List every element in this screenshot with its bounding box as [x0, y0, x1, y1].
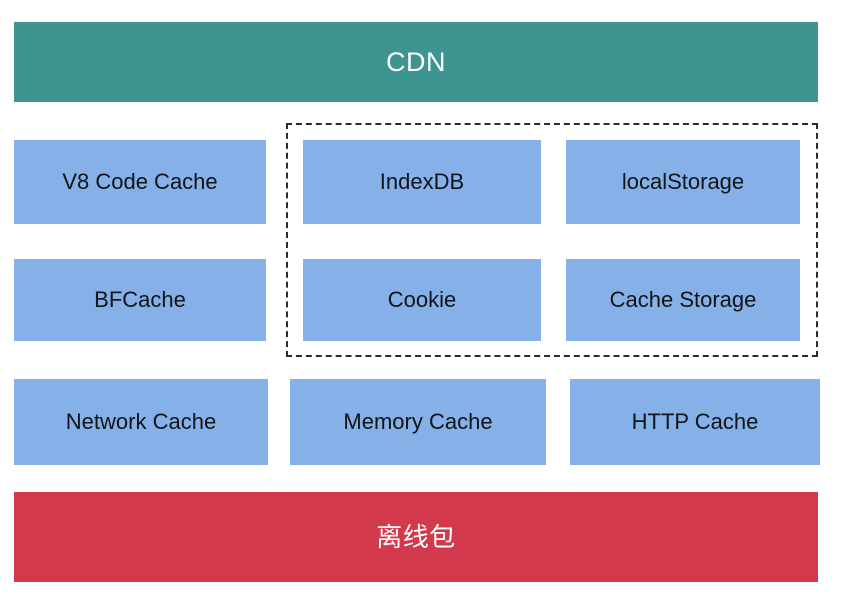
offline-package-band-label: 离线包 — [376, 522, 456, 552]
cdn-band-label: CDN — [386, 46, 446, 77]
cell-label: BFCache — [94, 287, 186, 312]
cell-label: HTTP Cache — [631, 409, 759, 434]
cell-indexdb: IndexDB — [303, 140, 541, 224]
cache-layers-diagram: CDN V8 Code Cache IndexDB localStorage B… — [0, 0, 842, 606]
cell-label: localStorage — [621, 169, 745, 194]
cell-cache-storage: Cache Storage — [566, 259, 800, 341]
cell-network-cache: Network Cache — [14, 379, 268, 465]
cell-http-cache: HTTP Cache — [570, 379, 820, 465]
cell-memory-cache: Memory Cache — [290, 379, 546, 465]
cell-label: Cache Storage — [609, 287, 757, 312]
cell-label: Memory Cache — [343, 409, 493, 434]
cell-label: IndexDB — [379, 169, 465, 194]
cdn-band: CDN — [14, 22, 818, 102]
cell-label: Network Cache — [65, 409, 217, 434]
cell-cookie: Cookie — [303, 259, 541, 341]
cell-bfcache: BFCache — [14, 259, 266, 341]
cell-label: Cookie — [387, 287, 457, 312]
cell-v8-code-cache: V8 Code Cache — [14, 140, 266, 224]
offline-package-band: 离线包 — [14, 492, 818, 582]
cell-localstorage: localStorage — [566, 140, 800, 224]
cell-label: V8 Code Cache — [62, 169, 218, 194]
